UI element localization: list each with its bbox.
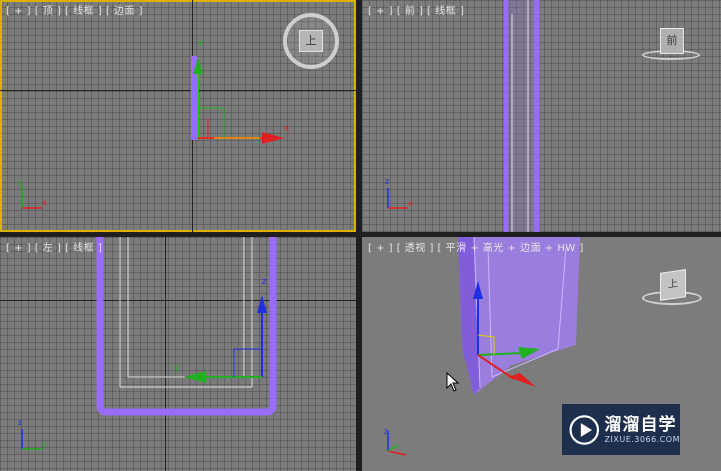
selected-object-edge-right <box>534 0 539 232</box>
move-gizmo <box>193 58 284 144</box>
watermark-title: 溜溜自学 <box>604 415 677 435</box>
mouse-cursor-icon <box>446 372 460 392</box>
viewcube-persp[interactable]: 上 <box>642 267 702 311</box>
tripod-z-label-left: z <box>18 418 23 427</box>
viewport-front[interactable]: [ + ] [ 前 ] [ 线框 ] 前 z x <box>362 0 721 232</box>
viewcube-persp-face[interactable]: 上 <box>660 269 686 301</box>
tripod-z-label-persp: z <box>384 427 389 436</box>
viewcube-top[interactable]: 上 <box>283 13 339 69</box>
viewport-perspective-label[interactable]: [ + ] [ 透视 ] [ 平滑 + 高光 + 边面 + HW ] <box>368 239 584 254</box>
play-logo-icon <box>569 414 600 445</box>
move-gizmo-left <box>184 295 267 383</box>
tripod-y-label: y <box>18 178 23 187</box>
viewcube-front-face[interactable]: 前 <box>660 28 684 54</box>
watermark-badge: 溜溜自学 ZIXUE.3066.COM <box>562 404 680 455</box>
selected-object-outline <box>96 237 277 416</box>
tripod-x-label-front: x <box>408 199 413 208</box>
tripod-z-label-front: z <box>385 177 390 186</box>
tripod-x-label: x <box>42 198 47 207</box>
watermark-url: ZIXUE.3066.COM <box>604 435 680 444</box>
viewport-top-label[interactable]: [ + ] [ 顶 ] [ 线框 ] [ 边面 ] <box>6 2 143 17</box>
viewport-left[interactable]: [ + ] [ 左 ] [ 线框 ] z y z y <box>0 237 356 471</box>
gizmo-x-label: x <box>284 124 290 134</box>
max-viewport-area: [ + ] [ 顶 ] [ 线框 ] [ 边面 ] y x 上 y x [+ … <box>0 0 721 471</box>
gizmo-y-label: y <box>198 38 204 48</box>
viewport-left-label[interactable]: [ + ] [ 左 ] [ 线框 ] <box>6 239 102 254</box>
gizmo-y-label-left: y <box>174 363 180 373</box>
viewport-top[interactable]: [ + ] [ 顶 ] [ 线框 ] [ 边面 ] y x 上 y x <box>0 0 356 232</box>
viewcube-top-face[interactable]: 上 <box>299 30 323 52</box>
viewport-front-label[interactable]: [ + ] [ 前 ] [ 线框 ] <box>368 2 464 17</box>
selected-object-edge-left <box>504 0 508 232</box>
gizmo-z-label-left: z <box>262 277 267 287</box>
tripod-y-label-left: y <box>42 440 47 449</box>
viewcube-front[interactable]: 前 <box>642 28 700 62</box>
